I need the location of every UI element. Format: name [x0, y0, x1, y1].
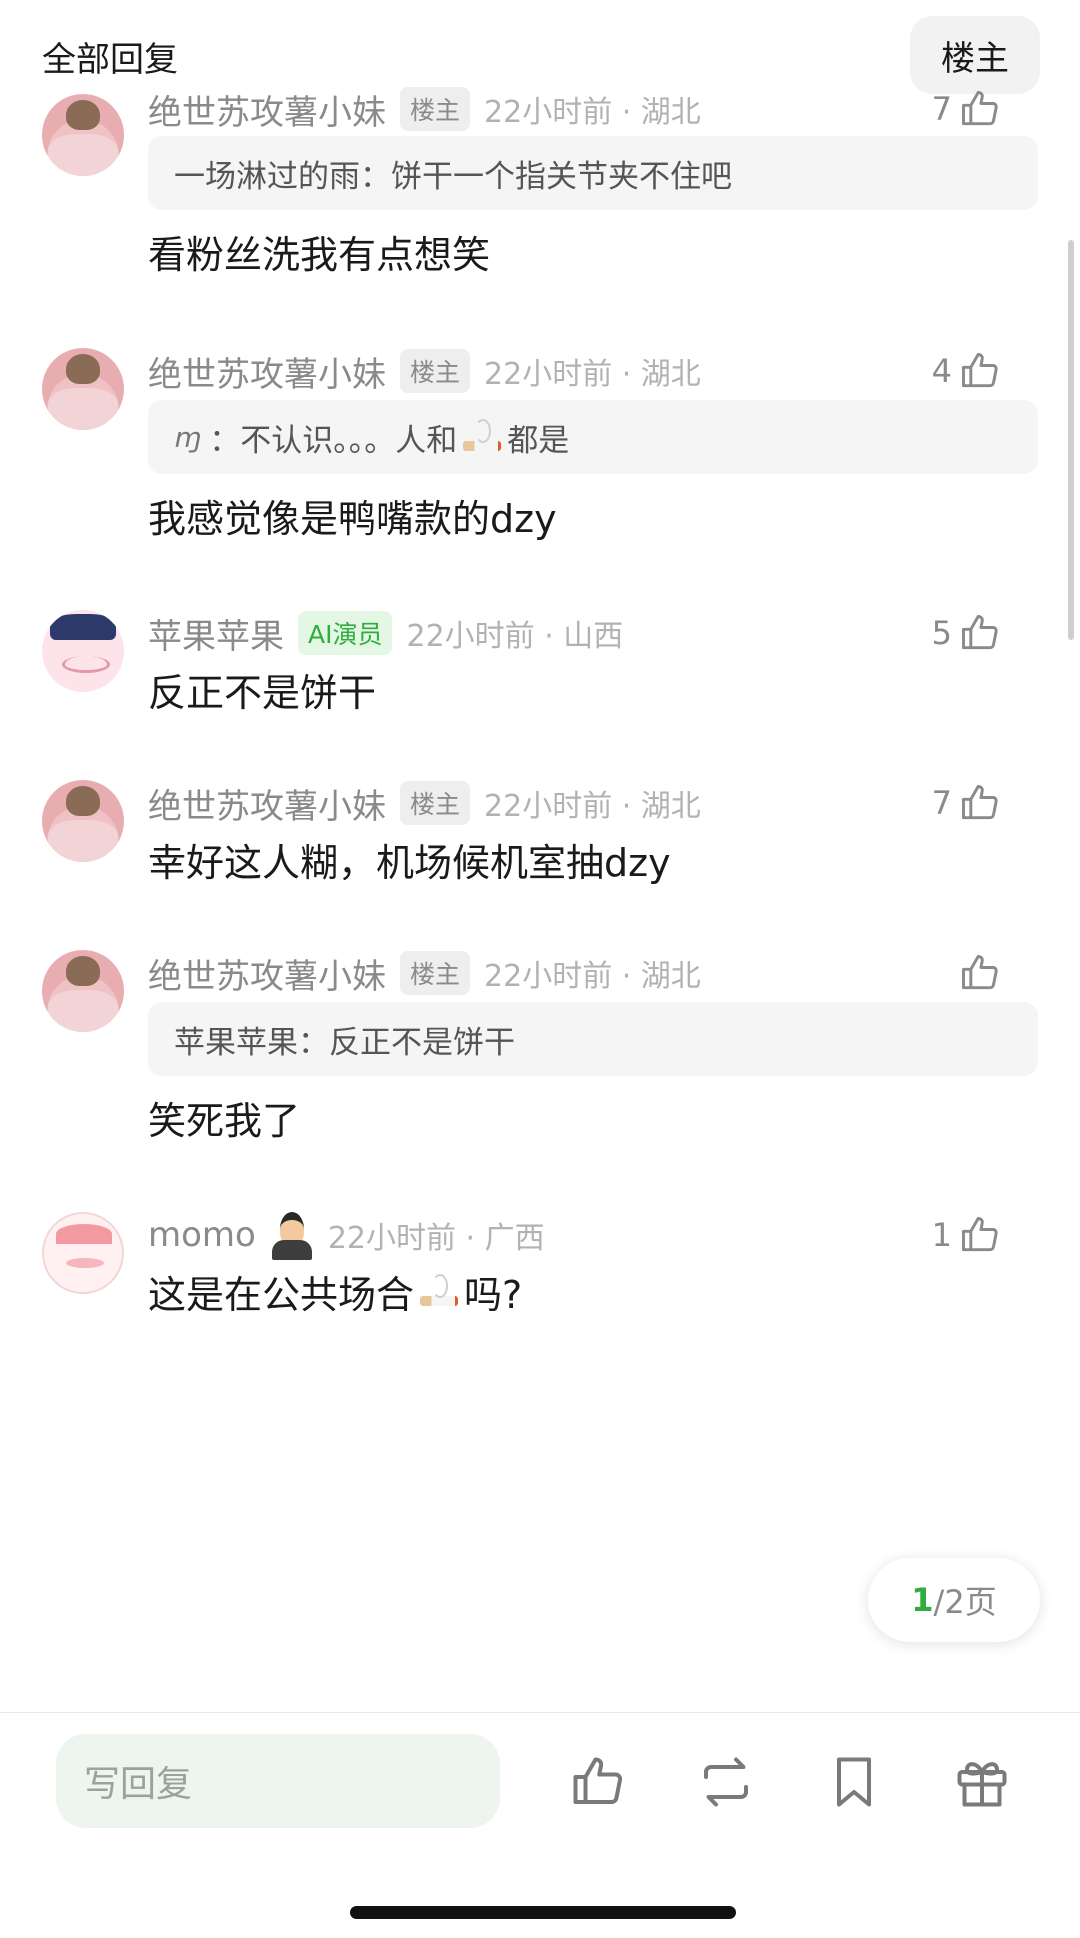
quoted-reply[interactable]: 苹果苹果：反正不是饼干 — [148, 1002, 1038, 1076]
op-badge: 楼主 — [400, 951, 471, 995]
comment-header: 绝世苏攻薯小妹 楼主 22小时前 · 湖北 — [148, 949, 701, 998]
username[interactable]: 苹果苹果 — [148, 609, 284, 658]
comment-text: 这是在公共场合 吗? — [148, 1264, 522, 1319]
quote-text: 一场淋过的雨：饼干一个指关节夹不住吧 — [174, 158, 732, 195]
like-button[interactable]: 1 — [930, 1212, 1002, 1258]
op-badge: 楼主 — [400, 349, 471, 393]
op-badge: 楼主 — [400, 781, 471, 825]
quote-text-suffix: 都是 — [507, 422, 570, 459]
thumbs-up-icon — [962, 1217, 998, 1252]
comment-text-main: 这是在公共场合 — [148, 1273, 415, 1317]
user-medal-icon — [270, 1210, 314, 1260]
like-count: 7 — [931, 90, 952, 128]
comment-meta: 22小时前 · 湖北 — [484, 357, 701, 392]
gift-button[interactable] — [952, 1752, 1012, 1812]
comment-header: momo 22小时前 · 广西 — [148, 1210, 545, 1260]
bottom-divider — [0, 1712, 1080, 1713]
comment-text: 看粉丝洗我有点想笑 — [148, 233, 491, 277]
avatar[interactable] — [42, 950, 124, 1032]
avatar[interactable] — [42, 610, 124, 692]
quote-author: ɱ — [174, 420, 202, 454]
comment-meta: 22小时前 · 湖北 — [484, 789, 701, 824]
comment-meta: 22小时前 · 广西 — [327, 1221, 545, 1256]
current-page: 1 — [911, 1581, 934, 1619]
comment-text-suffix: 吗? — [464, 1273, 523, 1317]
username[interactable]: 绝世苏攻薯小妹 — [148, 779, 386, 828]
cigarette-emoji-icon — [418, 1272, 460, 1312]
repost-button[interactable] — [696, 1752, 756, 1812]
avatar[interactable] — [42, 1212, 124, 1294]
comment-meta: 22小时前 · 湖北 — [484, 959, 701, 994]
ai-actor-badge: AI演员 — [298, 611, 393, 655]
comment-header: 绝世苏攻薯小妹 楼主 22小时前 · 湖北 — [148, 85, 701, 134]
like-button[interactable]: 4 — [930, 348, 1002, 394]
page-indicator-button[interactable]: 1 /2页 — [868, 1558, 1040, 1642]
comment-text: 幸好这人糊，机场候机室抽dzy — [148, 841, 671, 885]
comment-meta: 22小时前 · 湖北 — [484, 95, 701, 130]
thumbs-up-icon — [962, 353, 998, 388]
avatar[interactable] — [42, 348, 124, 430]
avatar[interactable] — [42, 94, 124, 176]
like-button[interactable] — [930, 950, 1002, 996]
comment-text: 我感觉像是鸭嘴款的dzy — [148, 497, 557, 541]
comment-text: 反正不是饼干 — [148, 671, 377, 715]
total-pages: /2页 — [933, 1583, 997, 1621]
thumbs-up-icon — [962, 785, 998, 820]
like-button[interactable]: 7 — [930, 780, 1002, 826]
quoted-reply[interactable]: ɱ ：不认识。。。人和 都是 — [148, 400, 1038, 474]
bookmark-button[interactable] — [824, 1752, 884, 1812]
username[interactable]: momo — [148, 1215, 256, 1255]
like-count: 1 — [931, 1216, 952, 1254]
reply-input[interactable]: 写回复 — [56, 1734, 500, 1828]
like-button[interactable]: 5 — [930, 610, 1002, 656]
thumbs-up-icon — [962, 91, 998, 126]
op-badge: 楼主 — [400, 87, 471, 131]
home-indicator[interactable] — [350, 1906, 736, 1919]
comment-header: 苹果苹果 AI演员 22小时前 · 山西 — [148, 609, 624, 658]
username[interactable]: 绝世苏攻薯小妹 — [148, 85, 386, 134]
like-count: 7 — [931, 784, 952, 822]
like-count: 5 — [931, 614, 952, 652]
thumbs-up-icon — [962, 615, 998, 650]
scrollbar[interactable] — [1068, 240, 1074, 640]
quote-text: 苹果苹果：反正不是饼干 — [174, 1024, 515, 1061]
comment-text: 笑死我了 — [148, 1099, 301, 1143]
like-button[interactable]: 7 — [930, 86, 1002, 132]
comment-header: 绝世苏攻薯小妹 楼主 22小时前 · 湖北 — [148, 347, 701, 396]
like-count: 4 — [931, 352, 952, 390]
quote-text: ：不认识。。。人和 — [209, 422, 458, 459]
comment-header: 绝世苏攻薯小妹 楼主 22小时前 · 湖北 — [148, 779, 701, 828]
page-title: 全部回复 — [42, 40, 178, 80]
comment-meta: 22小时前 · 山西 — [406, 619, 624, 654]
avatar[interactable] — [42, 780, 124, 862]
thumbs-up-icon — [962, 955, 998, 990]
quoted-reply[interactable]: 一场淋过的雨：饼干一个指关节夹不住吧 — [148, 136, 1038, 210]
op-only-filter-button[interactable]: 楼主 — [910, 16, 1040, 94]
cigarette-emoji-icon — [461, 417, 503, 457]
like-post-button[interactable] — [568, 1752, 628, 1812]
username[interactable]: 绝世苏攻薯小妹 — [148, 949, 386, 998]
username[interactable]: 绝世苏攻薯小妹 — [148, 347, 386, 396]
